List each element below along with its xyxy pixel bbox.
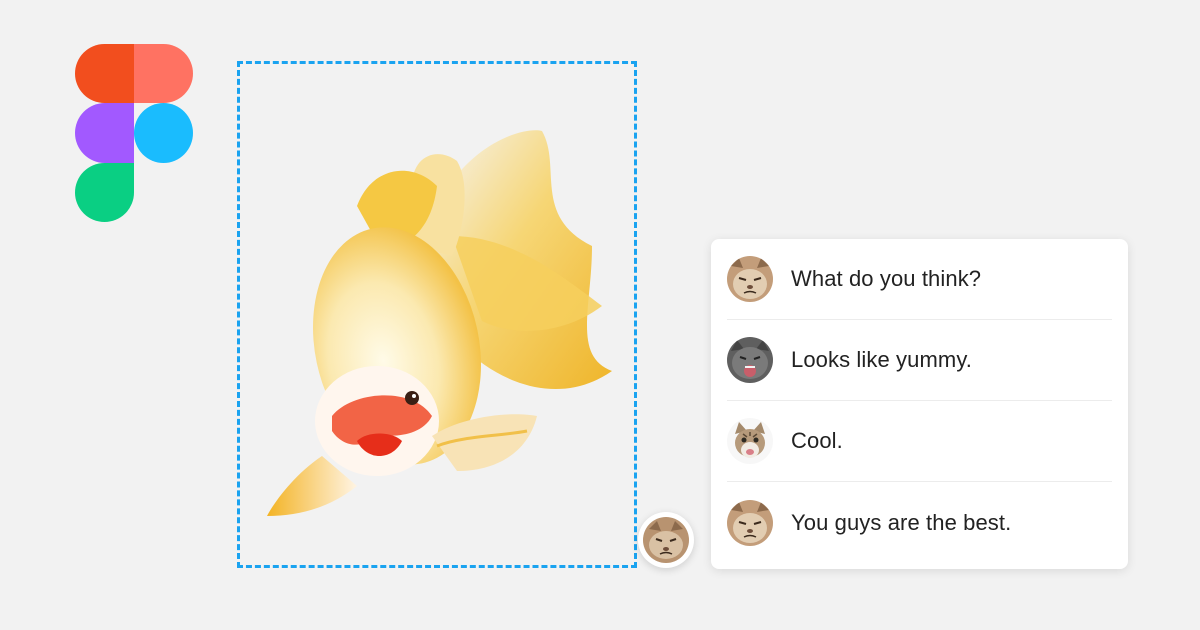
figma-logo-segment-blue: [134, 103, 193, 163]
comment-item[interactable]: You guys are the best.: [727, 482, 1112, 563]
figma-logo-segment-purple: [75, 103, 134, 163]
tabby-cat-avatar-icon: [727, 418, 773, 464]
comment-text: Looks like yummy.: [791, 347, 973, 372]
comment-text: Cool.: [791, 428, 843, 453]
goldfish-image[interactable]: [262, 86, 612, 541]
figma-logo-icon: [75, 44, 193, 222]
grumpy-cat-avatar-icon: [727, 256, 773, 302]
gray-cat-avatar-icon: [727, 337, 773, 383]
figma-logo-segment-red: [75, 44, 134, 103]
comments-thread: What do you think? Looks like yummy. Coo…: [711, 239, 1128, 569]
comment-item[interactable]: What do you think?: [727, 239, 1112, 320]
comment-item[interactable]: Cool.: [727, 401, 1112, 482]
cat-avatar-icon: [643, 517, 689, 563]
comment-item[interactable]: Looks like yummy.: [727, 320, 1112, 401]
collaborator-cursor-avatar[interactable]: [638, 512, 694, 568]
comment-text: You guys are the best.: [791, 509, 1012, 535]
figma-logo-segment-coral: [134, 44, 193, 103]
grumpy-cat-avatar-icon: [727, 499, 773, 546]
comment-text: What do you think?: [791, 266, 982, 291]
selected-image-frame[interactable]: [237, 61, 637, 568]
figma-logo-segment-green: [75, 163, 134, 222]
